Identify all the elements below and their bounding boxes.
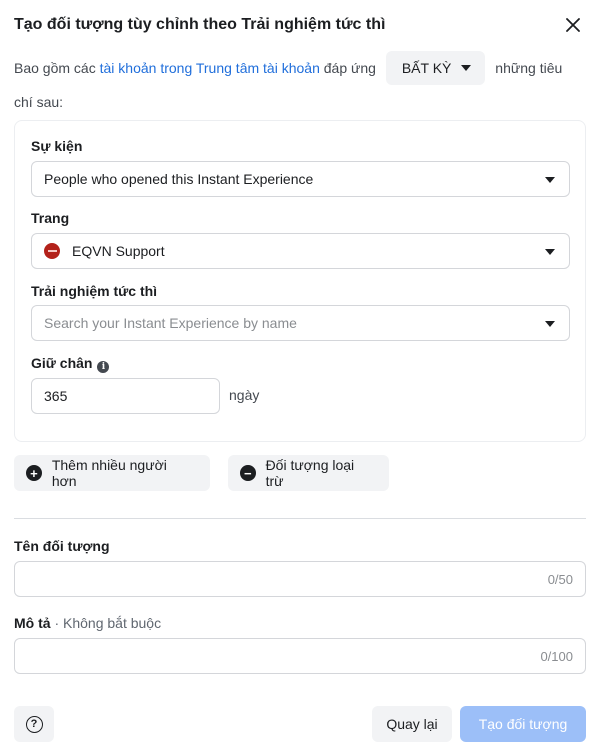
page-value: EQVN Support: [72, 243, 165, 259]
instant-experience-placeholder: Search your Instant Experience by name: [44, 315, 297, 331]
intro-middle: đáp ứng: [323, 60, 376, 76]
include-more-button[interactable]: + Thêm nhiều người hơn: [14, 455, 210, 491]
dialog-title: Tạo đối tượng tùy chỉnh theo Trải nghiệm…: [14, 16, 386, 33]
retention-days-input[interactable]: 365: [31, 378, 220, 414]
plus-circle-icon: +: [26, 465, 42, 481]
include-more-label: Thêm nhiều người hơn: [51, 457, 167, 489]
caret-down-icon: [545, 321, 555, 327]
match-type-value: BẤT KỲ: [401, 60, 452, 77]
info-icon[interactable]: i: [97, 361, 110, 373]
section-divider: [14, 518, 586, 519]
match-type-dropdown[interactable]: BẤT KỲ: [385, 51, 486, 86]
caret-down-icon: [545, 177, 555, 183]
event-select[interactable]: People who opened this Instant Experienc…: [31, 161, 570, 197]
page-label: Trang: [31, 210, 70, 226]
instant-experience-select[interactable]: Search your Instant Experience by name: [31, 305, 570, 341]
description-label: Mô tả · Không bắt buộc: [14, 615, 161, 631]
caret-down-icon: [461, 65, 472, 72]
retention-days-value: 365: [44, 388, 68, 404]
description-label-text: Mô tả: [14, 615, 51, 631]
close-button[interactable]: [560, 12, 586, 38]
create-audience-button[interactable]: Tạo đối tượng: [460, 706, 586, 742]
event-label: Sự kiện: [31, 138, 83, 154]
description-input[interactable]: 0/100: [14, 638, 586, 674]
audience-name-input[interactable]: 0/50: [14, 561, 586, 597]
exclude-button[interactable]: − Đối tượng loại trừ: [228, 455, 389, 491]
retention-unit: ngày: [229, 387, 260, 403]
back-button[interactable]: Quay lại: [372, 706, 452, 742]
event-value: People who opened this Instant Experienc…: [44, 171, 314, 187]
caret-down-icon: [545, 249, 555, 255]
criteria-card: Sự kiện People who opened this Instant E…: [14, 120, 586, 442]
question-icon: ?: [25, 715, 43, 733]
description-counter: 0/100: [540, 649, 573, 664]
minus-circle-icon: −: [240, 465, 256, 481]
audience-name-label: Tên đối tượng: [14, 538, 110, 554]
intro-prefix: Bao gồm các: [14, 60, 96, 76]
help-button[interactable]: ?: [14, 706, 54, 742]
audience-name-counter: 0/50: [547, 572, 573, 587]
criteria-intro: Bao gồm các tài khoản trong Trung tâm tà…: [14, 51, 574, 118]
accounts-center-link[interactable]: tài khoản trong Trung tâm tài khoản: [100, 60, 320, 76]
page-select[interactable]: EQVN Support: [31, 233, 570, 269]
dialog-header: Tạo đối tượng tùy chỉnh theo Trải nghiệm…: [14, 12, 586, 38]
close-icon: [566, 18, 580, 32]
retention-label: Giữ chân i: [31, 355, 110, 373]
exclude-label: Đối tượng loại trừ: [265, 457, 355, 489]
create-custom-audience-dialog: Tạo đối tượng tùy chỉnh theo Trải nghiệm…: [0, 0, 600, 750]
retention-label-text: Giữ chân: [31, 355, 93, 371]
page-avatar-icon: [44, 243, 60, 259]
instant-experience-label: Trải nghiệm tức thì: [31, 283, 158, 299]
description-optional: · Không bắt buộc: [54, 615, 162, 631]
